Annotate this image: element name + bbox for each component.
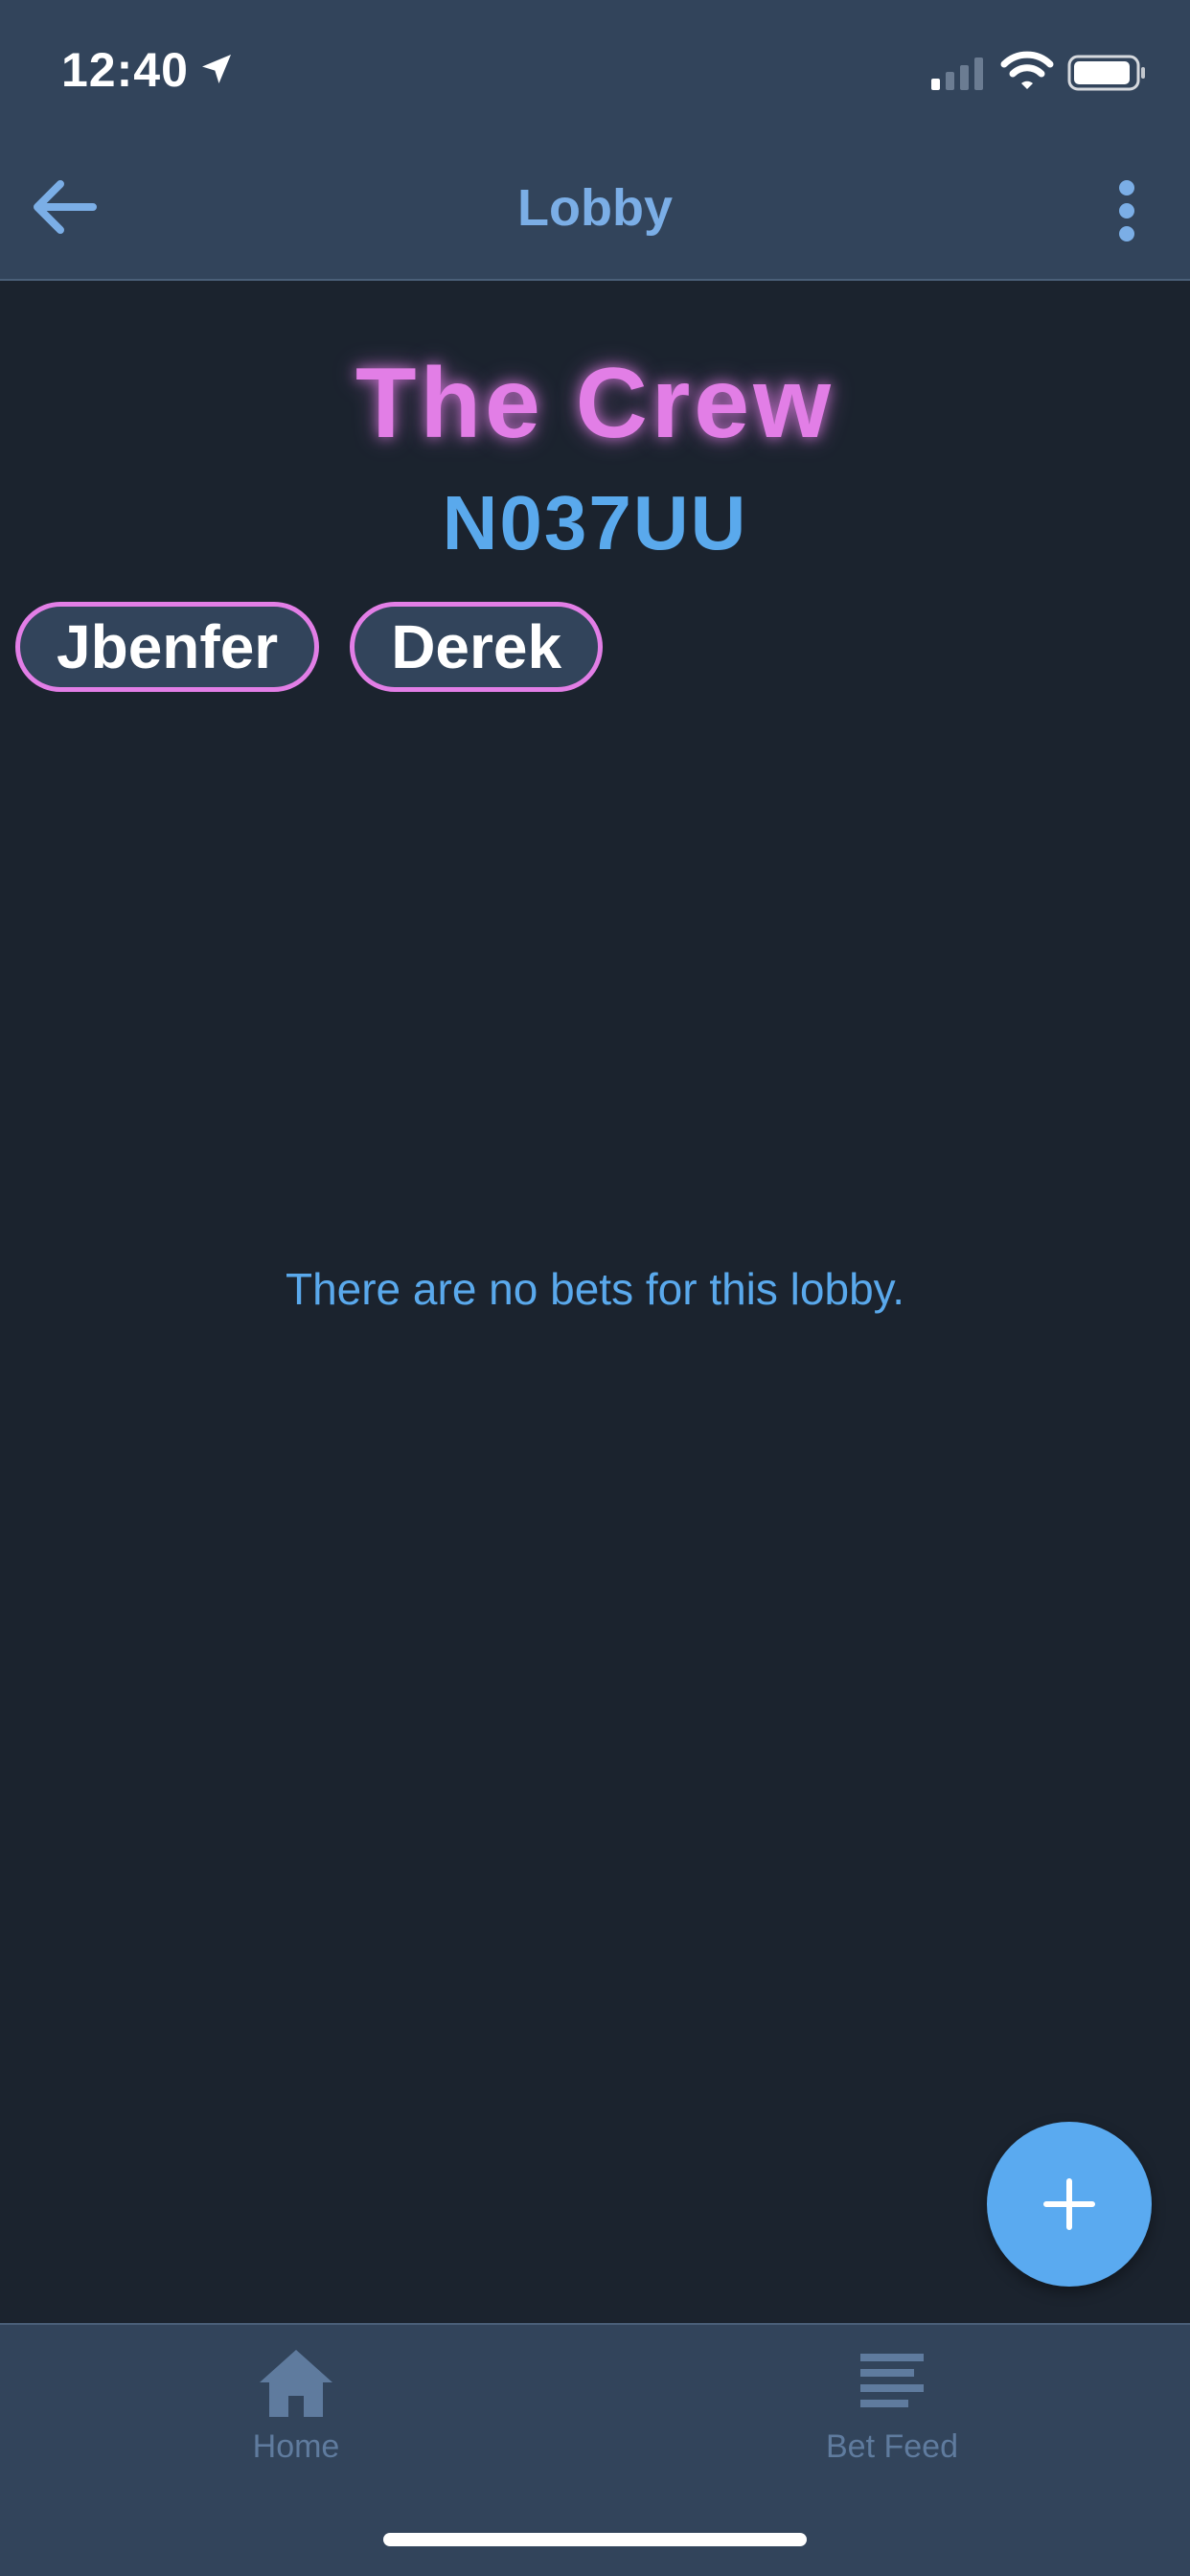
- home-indicator[interactable]: [383, 2533, 807, 2546]
- lobby-screen: 12:40 Lobby The Crew N037UU Jbenfer Dere…: [0, 0, 1190, 2576]
- page-title: Lobby: [517, 179, 673, 237]
- member-chip[interactable]: Derek: [350, 602, 604, 692]
- lobby-code: N037UU: [442, 480, 748, 565]
- member-list: Jbenfer Derek: [15, 602, 604, 692]
- vertical-dots-icon: [1119, 180, 1134, 242]
- nav-item-home[interactable]: Home: [152, 2348, 440, 2466]
- nav-label-bet-feed: Bet Feed: [826, 2428, 958, 2465]
- cellular-signal-icon: [931, 58, 983, 90]
- location-arrow-icon: [202, 55, 231, 83]
- more-options-button[interactable]: [1096, 172, 1157, 249]
- add-bet-button[interactable]: [987, 2122, 1152, 2287]
- battery-icon: [1067, 55, 1145, 91]
- feed-icon: [860, 2354, 924, 2407]
- top-bar: 12:40 Lobby: [0, 0, 1190, 281]
- home-icon: [260, 2350, 332, 2417]
- status-time: 12:40: [61, 43, 189, 97]
- member-chip[interactable]: Jbenfer: [15, 602, 320, 692]
- empty-bets-message: There are no bets for this lobby.: [285, 1264, 905, 1314]
- lobby-name: The Crew: [355, 348, 835, 459]
- nav-label-home: Home: [252, 2428, 340, 2465]
- wifi-icon: [1000, 51, 1054, 89]
- plus-icon: [1043, 2178, 1095, 2230]
- nav-item-bet-feed[interactable]: Bet Feed: [748, 2348, 1036, 2466]
